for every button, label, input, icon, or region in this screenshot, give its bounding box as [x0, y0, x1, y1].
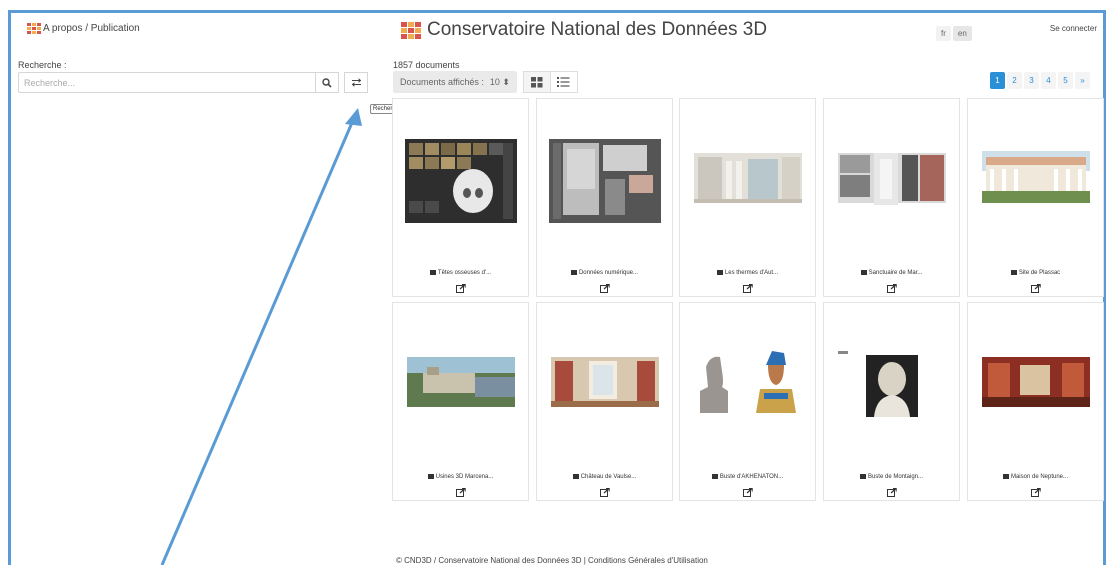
per-page-value: 10 ⬍ [489, 76, 510, 87]
document-title[interactable]: Maison de Neptune... [968, 474, 1103, 480]
search-icon [322, 77, 332, 88]
site-title-text: Conservatoire National des Données 3D [427, 19, 768, 40]
per-page-select[interactable]: Documents affichés : 10 ⬍ [393, 71, 517, 93]
about-publication-label: A propos / Publication [43, 23, 140, 34]
search-button[interactable] [315, 72, 339, 93]
next-page-button[interactable]: » [1075, 72, 1090, 89]
advanced-search-button[interactable] [344, 72, 368, 93]
external-link-icon [742, 284, 753, 293]
open-document-button[interactable] [537, 280, 672, 298]
page-1-button[interactable]: 1 [990, 72, 1005, 89]
document-card[interactable]: Têtes osseuses d'... [392, 98, 529, 297]
document-title[interactable]: Usines 3D Marcena... [393, 474, 528, 480]
external-link-icon [886, 488, 897, 497]
swap-arrows-icon [351, 78, 361, 87]
document-count: 1857 documents [393, 60, 460, 70]
document-card[interactable]: Château de Vaulse... [536, 302, 673, 501]
external-link-icon [1030, 284, 1041, 293]
document-thumbnail[interactable] [405, 343, 517, 427]
footer-text: © CND3D / Conservatoire National des Don… [396, 556, 708, 565]
external-link-icon [886, 284, 897, 293]
document-title[interactable]: Les thermes d'Aut... [680, 270, 815, 276]
open-document-button[interactable] [393, 484, 528, 502]
open-document-button[interactable] [680, 484, 815, 502]
document-card[interactable]: Buste de Montaign... [823, 302, 960, 501]
language-switcher: fr en [936, 26, 972, 41]
external-link-icon [455, 488, 466, 497]
document-title[interactable]: Site de Plassac [968, 270, 1103, 276]
document-title[interactable]: Données numérique... [537, 270, 672, 276]
external-link-icon [742, 488, 753, 497]
grid-view-button[interactable] [522, 71, 551, 93]
open-document-button[interactable] [393, 280, 528, 298]
about-publication-link[interactable]: A propos / Publication [27, 23, 140, 34]
lang-en-button[interactable]: en [952, 26, 972, 41]
per-page-label: Documents affichés : [400, 77, 484, 87]
document-title[interactable]: Château de Vaulse... [537, 474, 672, 480]
cnd3d-logo-icon [401, 21, 421, 39]
document-card[interactable]: Buste d'AKHENATON... [679, 302, 816, 501]
external-link-icon [599, 488, 610, 497]
external-link-icon [599, 284, 610, 293]
document-title[interactable]: Buste de Montaign... [824, 474, 959, 480]
document-thumbnail[interactable] [836, 343, 948, 427]
document-thumbnail[interactable] [980, 139, 1092, 223]
open-document-button[interactable] [968, 280, 1103, 298]
pagination: 1 2 3 4 5 » [990, 72, 1090, 89]
document-card[interactable]: Les thermes d'Aut... [679, 98, 816, 297]
search-input[interactable] [18, 72, 316, 93]
open-document-button[interactable] [537, 484, 672, 502]
open-document-button[interactable] [968, 484, 1103, 502]
list-view-icon [557, 77, 570, 87]
site-title: Conservatoire National des Données 3D [401, 19, 767, 41]
results-toolbar: Documents affichés : 10 ⬍ [393, 71, 578, 93]
document-thumbnail[interactable] [980, 343, 1092, 427]
open-document-button[interactable] [824, 484, 959, 502]
login-link[interactable]: Se connecter [1050, 24, 1097, 33]
external-link-icon [1030, 488, 1041, 497]
document-card[interactable]: Site de Plassac [967, 98, 1104, 297]
document-card[interactable]: Données numérique... [536, 98, 673, 297]
page-5-button[interactable]: 5 [1058, 72, 1073, 89]
open-document-button[interactable] [680, 280, 815, 298]
document-title[interactable]: Sanctuaire de Mar... [824, 270, 959, 276]
top-navbar: A propos / Publication Conservatoire Nat… [11, 13, 1103, 55]
document-thumbnail[interactable] [549, 343, 661, 427]
page-2-button[interactable]: 2 [1007, 72, 1022, 89]
page-4-button[interactable]: 4 [1041, 72, 1056, 89]
search-panel: Recherche : [18, 60, 382, 93]
cnd3d-logo-icon [27, 23, 41, 34]
grid-view-icon [530, 76, 543, 87]
open-document-button[interactable] [824, 280, 959, 298]
external-link-icon [455, 284, 466, 293]
document-thumbnail[interactable] [549, 139, 661, 223]
document-title[interactable]: Buste d'AKHENATON... [680, 474, 815, 480]
document-thumbnail[interactable] [405, 139, 517, 223]
search-label: Recherche : [18, 60, 67, 70]
document-thumbnail[interactable] [836, 139, 948, 223]
page-3-button[interactable]: 3 [1024, 72, 1039, 89]
lang-fr-button[interactable]: fr [936, 26, 951, 41]
document-card[interactable]: Usines 3D Marcena... [392, 302, 529, 501]
document-card[interactable]: Maison de Neptune... [967, 302, 1104, 501]
document-thumbnail[interactable] [692, 343, 804, 427]
document-title[interactable]: Têtes osseuses d'... [393, 270, 528, 276]
list-view-button[interactable] [549, 71, 578, 93]
document-thumbnail[interactable] [692, 139, 804, 223]
document-card[interactable]: Sanctuaire de Mar... [823, 98, 960, 297]
